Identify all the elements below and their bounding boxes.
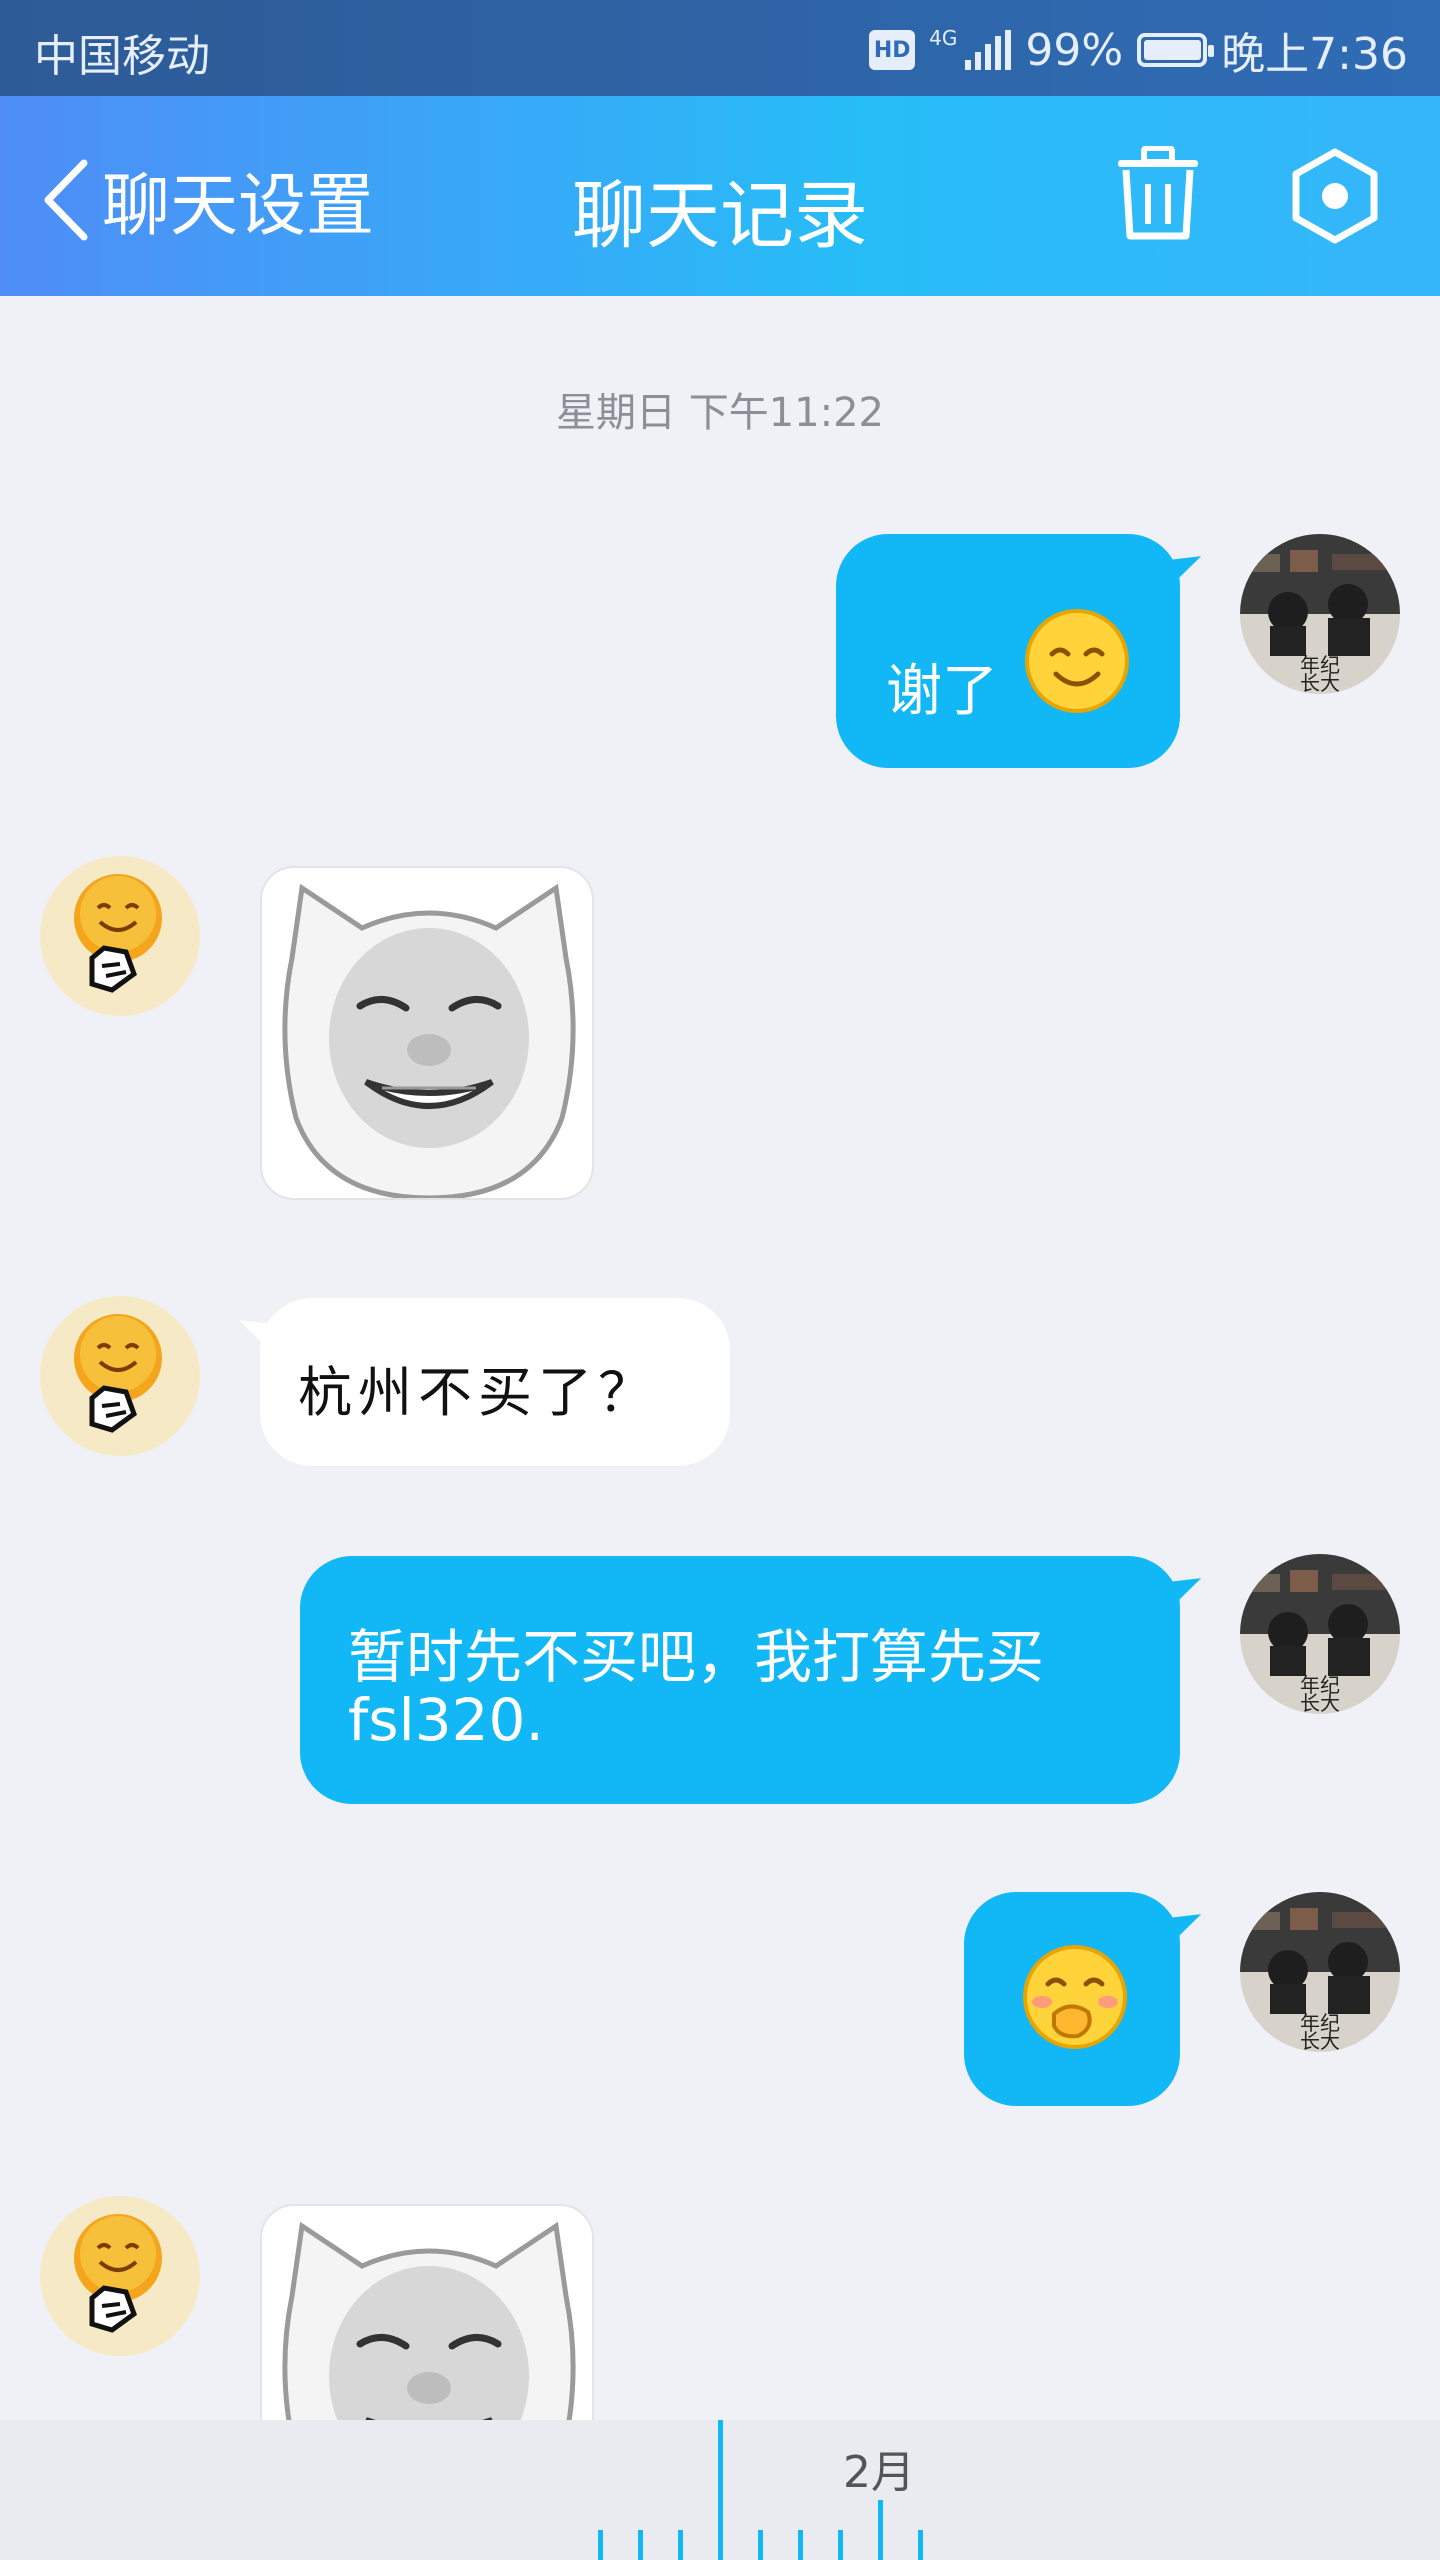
timeline-tick xyxy=(758,2530,763,2560)
trash-icon[interactable] xyxy=(1116,146,1200,242)
message-bubble-outgoing[interactable] xyxy=(964,1892,1180,2106)
hd-icon: HD xyxy=(869,30,916,70)
timeline-month-label: 2月 xyxy=(843,2447,915,2498)
timeline-scrubber[interactable]: 2月 xyxy=(0,2420,1440,2560)
message-text: 杭州不买了？ xyxy=(298,1361,658,1424)
status-icons: HD 4G 99% 晚上7:36 xyxy=(869,18,1408,82)
timeline-tick xyxy=(678,2530,683,2560)
message-text: 谢了 xyxy=(886,659,998,724)
avatar-self[interactable]: 年纪 长大 xyxy=(1240,1554,1400,1714)
status-bar: 中国移动 HD 4G 99% 晚上7:36 xyxy=(0,0,1440,96)
message-bubble-incoming[interactable]: 杭州不买了？ xyxy=(260,1298,730,1466)
avatar-contact[interactable] xyxy=(40,1296,200,1456)
svg-text:长大: 长大 xyxy=(1300,2029,1340,2052)
svg-text:长大: 长大 xyxy=(1300,671,1340,694)
timeline-tick xyxy=(918,2530,923,2560)
cover-mouth-emoji-icon xyxy=(1023,1945,1127,2049)
page-title: 聊天记录 xyxy=(572,173,868,259)
message-text-line: 暂时先不买吧，我打算先买 xyxy=(348,1623,1045,1691)
network-type: 4G xyxy=(929,26,958,50)
settings-icon[interactable] xyxy=(1290,148,1380,244)
timeline-tick xyxy=(638,2530,643,2560)
message-bubble-outgoing[interactable]: 暂时先不买吧，我打算先买 fsl320. xyxy=(300,1556,1180,1804)
message-bubble-outgoing[interactable]: 谢了 xyxy=(836,534,1180,768)
timeline-tick xyxy=(878,2500,883,2560)
avatar-self[interactable]: 年纪 长大 xyxy=(1240,534,1400,694)
message-text-line: fsl320. xyxy=(348,1686,544,1754)
chat-timestamp: 星期日 下午11:22 xyxy=(556,390,884,436)
timeline-cursor[interactable] xyxy=(718,2420,723,2560)
timeline-tick xyxy=(598,2530,603,2560)
timeline-tick xyxy=(798,2530,803,2560)
battery-icon xyxy=(1137,33,1215,67)
avatar-contact[interactable] xyxy=(40,2196,200,2356)
carrier-name: 中国移动 xyxy=(34,31,210,82)
avatar-contact[interactable] xyxy=(40,856,200,1016)
timeline-tick xyxy=(838,2530,843,2560)
sticker-image[interactable] xyxy=(260,866,594,1200)
nav-bar: 聊天设置 聊天记录 xyxy=(0,96,1440,296)
battery-percent: 99% xyxy=(1025,24,1124,76)
svg-text:长大: 长大 xyxy=(1300,1691,1340,1714)
smile-emoji-icon xyxy=(1025,609,1129,713)
avatar-self[interactable]: 年纪 长大 xyxy=(1240,1892,1400,2052)
clock: 晚上7:36 xyxy=(1221,29,1408,80)
pig-face-sticker-icon xyxy=(282,883,576,1198)
signal-icon xyxy=(965,30,1012,70)
